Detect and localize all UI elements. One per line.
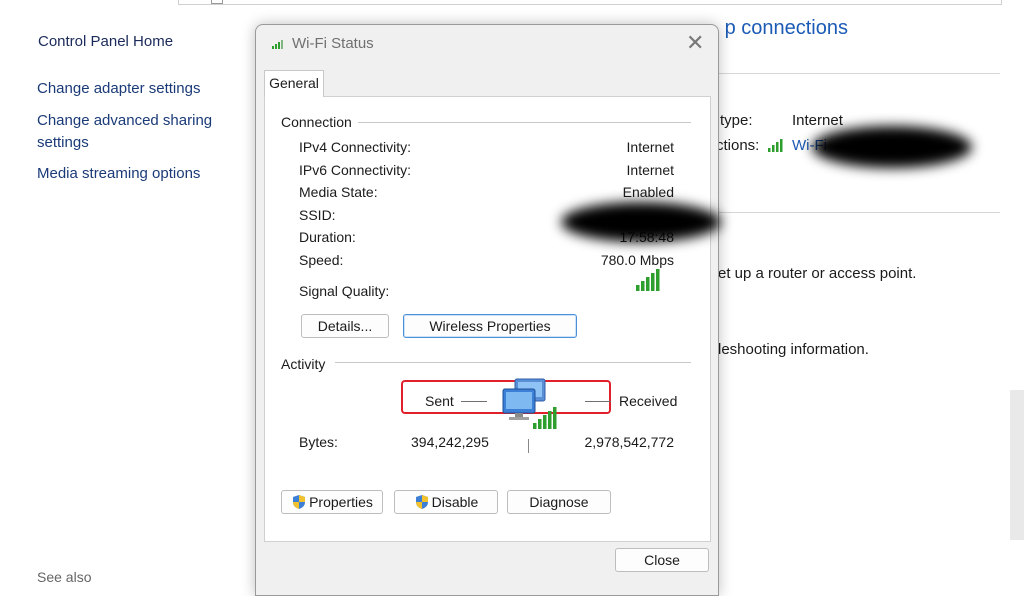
connections-label: ctions: (716, 137, 760, 154)
wifi-signal-icon (272, 40, 283, 49)
received-label: Received (619, 393, 678, 409)
address-bar-box (211, 0, 223, 4)
shield-icon (415, 495, 428, 509)
sent-dash (461, 401, 487, 402)
wireless-properties-button[interactable]: Wireless Properties (403, 314, 577, 338)
bytes-received-value: 2,978,542,772 (584, 434, 674, 450)
ipv4-value: Internet (626, 139, 674, 155)
bytes-sent-value: 394,242,295 (411, 434, 489, 450)
properties-button[interactable]: Properties (281, 490, 383, 514)
access-type-label: type: (720, 112, 753, 129)
activity-separator (528, 439, 529, 453)
details-button[interactable]: Details... (301, 314, 389, 338)
group-divider (335, 362, 691, 363)
address-bar[interactable] (178, 0, 1002, 5)
bytes-label: Bytes: (299, 434, 338, 450)
network-computers-icon (502, 378, 557, 429)
access-type-value: Internet (792, 112, 843, 129)
see-also-label: See also (37, 569, 92, 585)
scrollbar[interactable] (1010, 390, 1024, 540)
wifi-signal-icon (768, 139, 783, 152)
signal-quality-label: Signal Quality: (299, 283, 390, 299)
signal-bars-icon (636, 269, 660, 291)
shield-icon (293, 495, 306, 509)
sent-label: Sent (425, 393, 454, 409)
control-panel-home-link[interactable]: Control Panel Home (38, 31, 173, 53)
redacted-network-name (812, 126, 972, 168)
close-button[interactable]: Close (615, 548, 709, 572)
divider (715, 212, 1000, 213)
media-state-label: Media State: (299, 184, 378, 200)
redacted-ssid (561, 202, 721, 242)
setup-router-text: et up a router or access point. (718, 265, 917, 282)
ipv6-label: IPv6 Connectivity: (299, 162, 412, 178)
general-panel: Connection IPv4 Connectivity: Internet I… (264, 96, 721, 542)
close-icon[interactable]: ✕ (686, 32, 704, 54)
group-divider (357, 122, 691, 123)
diagnose-button[interactable]: Diagnose (507, 490, 611, 514)
disable-button-label: Disable (431, 494, 479, 510)
activity-group-label: Activity (281, 356, 332, 372)
properties-button-label: Properties (309, 494, 373, 510)
ssid-label: SSID: (299, 207, 336, 223)
ipv4-label: IPv4 Connectivity: (299, 139, 412, 155)
dialog-title: Wi-Fi Status (292, 35, 374, 52)
media-streaming-options-link[interactable]: Media streaming options (37, 163, 200, 185)
troubleshoot-text: leshooting information. (718, 341, 869, 358)
connection-group-label: Connection (281, 114, 358, 130)
change-adapter-settings-link[interactable]: Change adapter settings (37, 78, 200, 100)
received-dash (585, 401, 611, 402)
tab-general[interactable]: General (264, 70, 324, 97)
disable-button[interactable]: Disable (394, 490, 498, 514)
change-advanced-sharing-link[interactable]: Change advanced sharing settings (37, 110, 227, 154)
page-heading-text: p connections (724, 17, 848, 39)
divider (715, 73, 1000, 74)
wifi-status-dialog: Wi-Fi Status ✕ General Connection IPv4 C… (255, 24, 721, 596)
speed-label: Speed: (299, 252, 344, 268)
speed-value: 780.0 Mbps (600, 252, 674, 268)
ipv6-value: Internet (626, 162, 674, 178)
duration-label: Duration: (299, 229, 356, 245)
media-state-value: Enabled (622, 184, 674, 200)
